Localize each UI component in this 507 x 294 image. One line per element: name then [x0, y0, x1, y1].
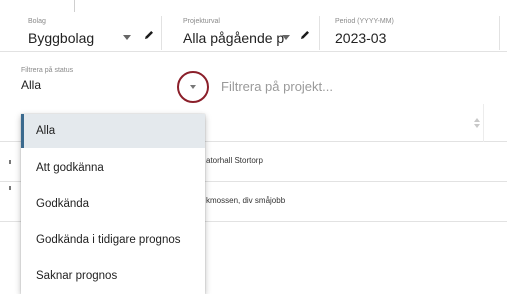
sort-icon[interactable] [473, 117, 481, 129]
status-filter-label: Filtrera på status [21, 67, 74, 74]
option-godkanda-tidigare[interactable]: Godkända i tidigare prognos [21, 223, 205, 257]
chevron-down-icon[interactable] [282, 35, 290, 40]
row-marker [9, 160, 11, 164]
bolag-select[interactable]: Bolag Byggbolag [28, 16, 162, 50]
chevron-down-icon [190, 85, 196, 89]
option-godkanda[interactable]: Godkända [21, 187, 205, 221]
project-search-input[interactable] [221, 79, 421, 94]
row-marker [9, 186, 11, 190]
pencil-icon[interactable] [298, 28, 312, 42]
status-filter-value[interactable]: Alla [21, 78, 41, 92]
tab-divider [74, 0, 75, 12]
option-alla[interactable]: Alla [21, 114, 205, 148]
column-divider [483, 104, 484, 142]
filter-bar: Bolag Byggbolag Projekturval Alla pågåen… [0, 0, 507, 52]
period-label: Period (YYYY-MM) [335, 18, 394, 25]
bolag-value: Byggbolag [28, 30, 95, 46]
status-dropdown-toggle[interactable] [177, 71, 209, 103]
status-dropdown-menu: Alla Att godkänna Godkända Godkända i ti… [21, 114, 205, 294]
projekt-label: Projekturval [183, 18, 220, 25]
pencil-icon[interactable] [142, 28, 156, 42]
chevron-down-icon[interactable] [123, 35, 131, 40]
option-att-godkanna[interactable]: Att godkänna [21, 151, 205, 185]
option-saknar-prognos[interactable]: Saknar prognos [21, 259, 205, 293]
project-name-cell: atorhall Stortorp [206, 156, 263, 165]
project-name-cell: kmossen, div småjobb [206, 196, 286, 205]
bolag-label: Bolag [28, 18, 46, 25]
period-field[interactable]: Period (YYYY-MM) 2023-03 [335, 16, 500, 50]
projekt-select[interactable]: Projekturval Alla pågående p [183, 16, 320, 50]
projekt-value: Alla pågående p [183, 30, 285, 46]
period-value: 2023-03 [335, 30, 387, 46]
